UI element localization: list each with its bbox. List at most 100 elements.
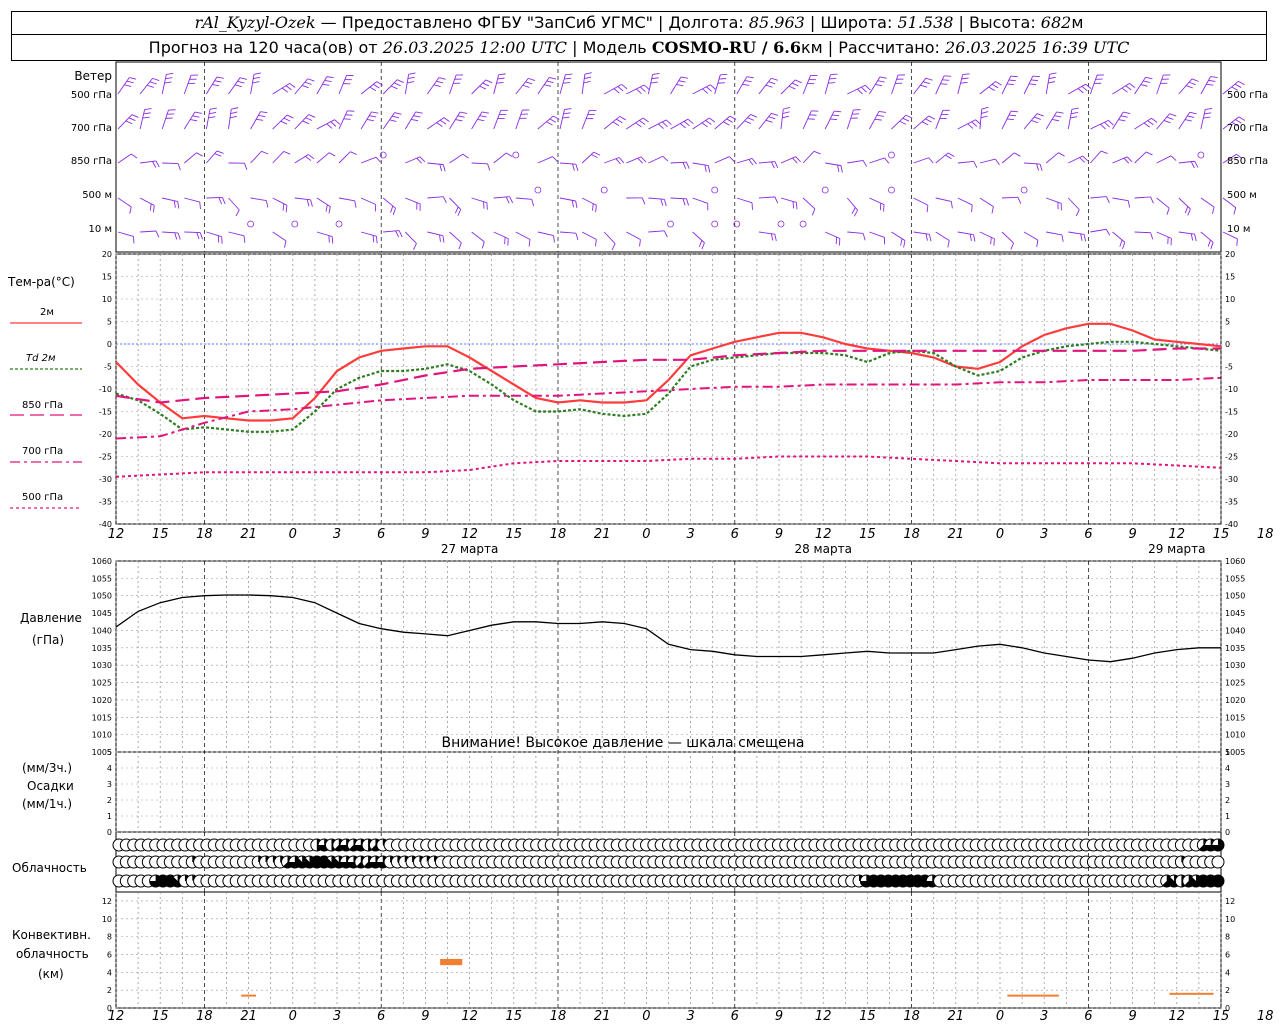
x-hour-label: 21 bbox=[594, 527, 611, 542]
wind-feather bbox=[1071, 107, 1079, 110]
temperature-ytick-right: 10 bbox=[1225, 295, 1235, 304]
wind-feather bbox=[477, 118, 485, 122]
wind-feather bbox=[439, 164, 443, 172]
wind-barb-500hpa bbox=[1001, 75, 1018, 95]
wind-shaft bbox=[139, 109, 146, 130]
wind-feather bbox=[326, 76, 334, 79]
wind-shaft bbox=[559, 197, 576, 202]
wind-feather bbox=[457, 209, 462, 216]
wind-feather bbox=[1028, 83, 1037, 86]
wind-barb-850hpa-calm bbox=[1197, 151, 1205, 159]
wind-level-500hpa-right: 500 гПа bbox=[1227, 90, 1268, 101]
wind-barb-850hpa bbox=[1001, 152, 1021, 164]
wind-shaft bbox=[825, 231, 841, 239]
wind-barb-10m bbox=[1001, 231, 1015, 250]
wind-barb-500m bbox=[846, 197, 859, 217]
wind-barb-500m bbox=[272, 197, 288, 213]
wind-feather bbox=[658, 123, 664, 129]
wind-barb-850hpa bbox=[493, 152, 513, 164]
wind-shaft bbox=[294, 197, 311, 201]
wind-feather bbox=[166, 72, 174, 75]
wind-feather bbox=[639, 86, 646, 93]
wind-barb-700hpa bbox=[117, 114, 139, 130]
wind-barb-500hpa bbox=[338, 75, 354, 95]
pressure-ytick-left: 1045 bbox=[92, 609, 112, 618]
wind-feather bbox=[879, 76, 887, 79]
wind-shaft bbox=[869, 111, 880, 130]
wind-barb-10m bbox=[1023, 231, 1039, 248]
wind-shaft bbox=[802, 197, 816, 210]
wind-shaft bbox=[979, 231, 995, 240]
wind-feather bbox=[584, 72, 592, 75]
wind-barb-700hpa bbox=[1001, 110, 1018, 130]
wind-feather bbox=[593, 151, 601, 156]
wind-feather bbox=[923, 81, 930, 85]
wind-feather bbox=[334, 119, 341, 125]
wind-shaft bbox=[1089, 74, 1098, 95]
wind-shaft bbox=[935, 197, 952, 202]
wind-shaft bbox=[736, 76, 748, 95]
wind-barb-500hpa bbox=[515, 77, 536, 95]
temperature-ytick-right: 0 bbox=[1225, 340, 1230, 349]
wind-feather bbox=[583, 80, 591, 84]
x-hour-label: 6 bbox=[731, 527, 739, 542]
wind-feather bbox=[875, 84, 883, 87]
wind-feather bbox=[619, 116, 627, 121]
wind-feather bbox=[439, 119, 447, 125]
wind-feather bbox=[376, 81, 384, 86]
wind-feather bbox=[795, 79, 802, 84]
wind-feather bbox=[436, 80, 444, 84]
cloud-middle-symbol bbox=[1211, 855, 1225, 869]
pressure-ytick-right: 1015 bbox=[1225, 713, 1245, 722]
wind-shaft bbox=[427, 162, 444, 166]
wind-barb-850hpa bbox=[162, 162, 181, 171]
convective-bar-1 bbox=[440, 958, 463, 966]
wind-shaft bbox=[140, 230, 157, 233]
convective-unit: (км) bbox=[38, 967, 64, 981]
wind-feather bbox=[643, 84, 650, 91]
wind-barb-700hpa bbox=[559, 108, 572, 130]
wind-shaft bbox=[1001, 110, 1012, 130]
wind-shaft bbox=[205, 109, 211, 130]
wind-feather bbox=[283, 151, 291, 155]
pressure-ytick-right: 1040 bbox=[1225, 626, 1245, 635]
wind-shaft bbox=[515, 197, 532, 200]
wind-feather bbox=[1081, 85, 1088, 92]
wind-barb-500m bbox=[581, 197, 597, 213]
x-hour-label: 18 bbox=[196, 1009, 213, 1024]
wind-feather bbox=[1010, 75, 1018, 78]
wind-shaft bbox=[670, 197, 687, 200]
wind-barb-500hpa bbox=[979, 81, 1002, 95]
wind-feather bbox=[702, 88, 709, 94]
wind-shaft bbox=[780, 109, 784, 130]
wind-shaft bbox=[162, 231, 179, 234]
wind-feather bbox=[199, 232, 203, 240]
wind-feather bbox=[285, 205, 288, 213]
wind-feather bbox=[878, 110, 886, 113]
wind-barb-500m bbox=[780, 197, 798, 210]
wind-barb-850hpa bbox=[471, 162, 491, 171]
convective-ytick-right: 2 bbox=[1225, 986, 1230, 995]
x-hour-label: 15 bbox=[506, 1009, 523, 1024]
wind-feather bbox=[546, 121, 553, 126]
wind-barb-500hpa bbox=[206, 76, 224, 95]
wind-shaft bbox=[891, 74, 899, 95]
wind-feather bbox=[903, 240, 906, 248]
wind-shaft bbox=[404, 74, 410, 95]
x-hour-label: 18 bbox=[903, 1009, 920, 1024]
wind-shaft bbox=[1112, 197, 1129, 202]
wind-barb-700hpa bbox=[957, 119, 982, 130]
wind-feather bbox=[884, 157, 890, 164]
wind-feather bbox=[1204, 112, 1212, 115]
wind-barb-500m bbox=[1067, 197, 1080, 217]
wind-shaft bbox=[1046, 197, 1062, 204]
wind-feather bbox=[562, 116, 570, 119]
wind-shaft bbox=[449, 153, 464, 164]
wind-feather bbox=[683, 120, 690, 127]
wind-feather bbox=[416, 157, 422, 164]
pressure-ytick-left: 1040 bbox=[92, 626, 112, 635]
wind-feather bbox=[286, 114, 294, 119]
wind-feather bbox=[376, 236, 378, 244]
wind-barb-850hpa bbox=[670, 161, 690, 169]
wind-barb-10m bbox=[316, 231, 334, 244]
